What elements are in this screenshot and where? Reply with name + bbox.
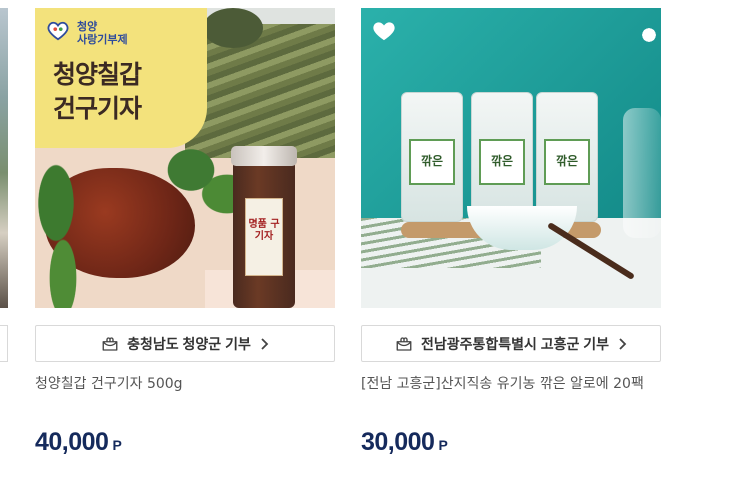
image-headline-line-2: 건구기자 bbox=[53, 94, 142, 123]
product-title[interactable]: [전남 고흥군]산지직송 유기농 깎은 알로에 20팩 bbox=[361, 373, 671, 393]
bag-label: 깎은 bbox=[479, 139, 525, 185]
product-card: 명품 구기자 청양 사랑기부제 청양칠갑 건구기자 충청남도 청양군 기부 청양… bbox=[35, 0, 335, 503]
price-amount: 30,000 bbox=[361, 428, 435, 456]
image-tree bbox=[203, 8, 263, 48]
image-vase bbox=[623, 108, 661, 238]
price-unit: P bbox=[438, 437, 448, 453]
image-banner: 청양 사랑기부제 청양칠갑 건구기자 bbox=[35, 8, 207, 148]
product-price: 40,000 P bbox=[35, 428, 122, 457]
logo-line-2: 사랑기부제 bbox=[77, 33, 128, 46]
logo-text: 청양 사랑기부제 bbox=[77, 20, 128, 46]
chevron-right-icon bbox=[619, 337, 627, 350]
product-card: 깎은 깎은 깎은 전남광주통합특별시 고흥군 기부 [전남 고흥군]산지직송 유… bbox=[361, 0, 661, 503]
chevron-right-icon bbox=[261, 337, 269, 350]
region-donate-label: 전남광주통합특별시 고흥군 기부 bbox=[420, 335, 610, 352]
logo-line-1: 청양 bbox=[77, 20, 98, 33]
product-price: 30,000 P bbox=[361, 428, 448, 457]
product-image[interactable]: 깎은 깎은 깎은 bbox=[361, 8, 661, 308]
image-headline: 청양칠갑 건구기자 bbox=[53, 58, 142, 126]
image-jar-label: 명품 구기자 bbox=[245, 198, 283, 276]
price-amount: 40,000 bbox=[35, 428, 109, 456]
image-product-bag: 깎은 bbox=[536, 92, 598, 222]
image-headline-line-1: 청양칠갑 bbox=[53, 60, 142, 89]
image-flower bbox=[637, 20, 661, 50]
product-image[interactable]: 명품 구기자 청양 사랑기부제 청양칠갑 건구기자 bbox=[35, 8, 335, 308]
heart-icon[interactable] bbox=[371, 18, 397, 44]
logo-heart-icon bbox=[47, 21, 69, 41]
region-donate-button[interactable]: 전남광주통합특별시 고흥군 기부 bbox=[361, 325, 661, 362]
bag-label: 깎은 bbox=[409, 139, 455, 185]
image-product-bag: 깎은 bbox=[471, 92, 533, 222]
partial-product-card bbox=[0, 0, 8, 503]
partial-region-donate-button[interactable] bbox=[0, 325, 8, 362]
partial-product-image[interactable] bbox=[0, 8, 8, 308]
price-unit: P bbox=[112, 437, 122, 453]
image-product-bag: 깎은 bbox=[401, 92, 463, 222]
region-donate-button[interactable]: 충청남도 청양군 기부 bbox=[35, 325, 335, 362]
product-title[interactable]: 청양칠갑 건구기자 500g bbox=[35, 373, 345, 393]
region-donate-label: 충청남도 청양군 기부 bbox=[127, 335, 251, 352]
gift-box-icon bbox=[396, 336, 412, 351]
image-leaves bbox=[35, 158, 105, 308]
bag-label: 깎은 bbox=[544, 139, 590, 185]
image-jar-cap bbox=[231, 146, 297, 166]
gift-box-icon bbox=[102, 336, 118, 351]
